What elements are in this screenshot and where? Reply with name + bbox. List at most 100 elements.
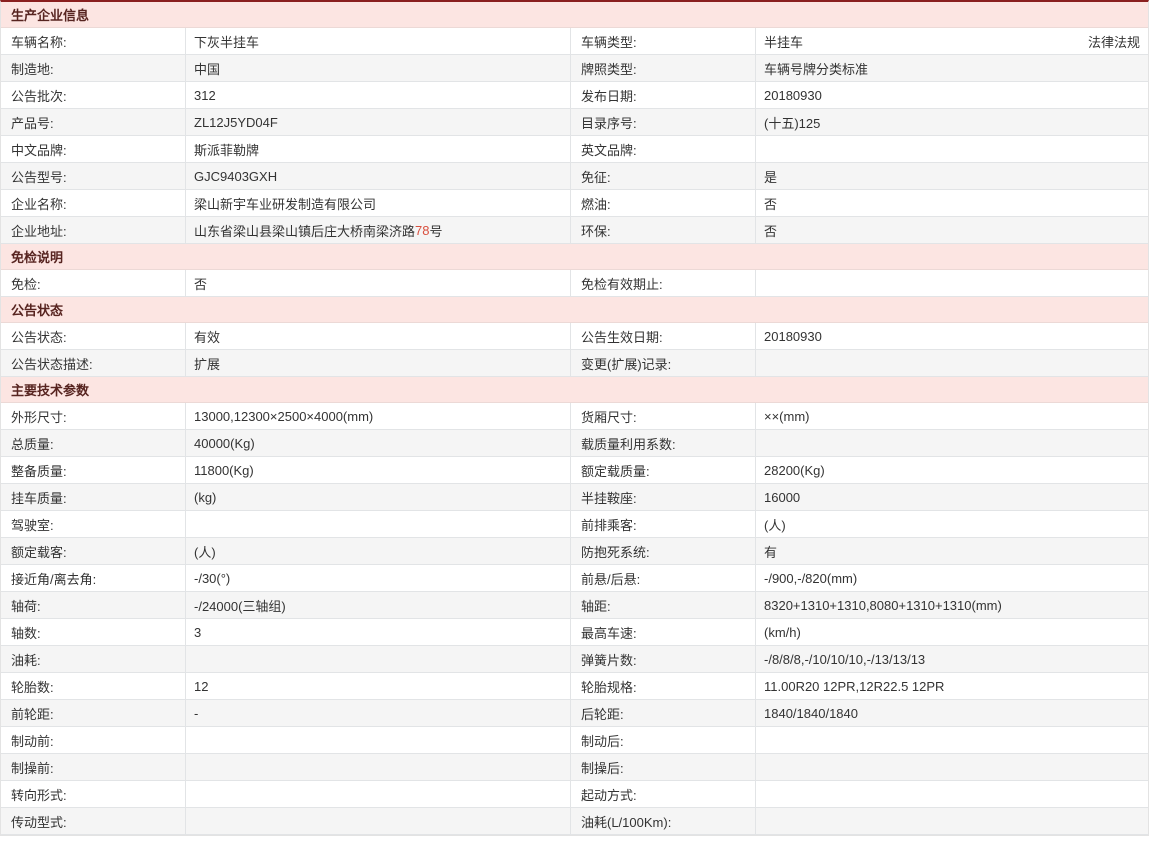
section-title: 免检说明	[11, 247, 63, 266]
field-label: 轮胎规格:	[571, 673, 756, 699]
field-label: 目录序号:	[571, 109, 756, 135]
field-value	[756, 727, 1148, 753]
field-label-text: 变更(扩展)记录:	[581, 354, 671, 373]
field-value: (人)	[186, 538, 571, 564]
field-value-text: 扩展	[194, 354, 220, 373]
field-value: 斯派菲勒牌	[186, 136, 571, 162]
field-label: 公告型号:	[1, 163, 186, 189]
field-label-text: 外形尺寸:	[11, 407, 67, 426]
field-value: 40000(Kg)	[186, 430, 571, 456]
field-value-text: 20180930	[764, 329, 822, 344]
field-value-text: GJC9403GXH	[194, 169, 277, 184]
field-value	[186, 781, 571, 807]
field-value: 否	[756, 217, 1148, 243]
field-label: 车辆名称:	[1, 28, 186, 54]
field-row: 前轮距:-后轮距:1840/1840/1840	[1, 700, 1148, 727]
section-header: 公告状态	[1, 297, 1148, 323]
field-value-text: 11.00R20 12PR,12R22.5 12PR	[764, 679, 944, 694]
field-label-text: 防抱死系统:	[581, 542, 650, 561]
field-label: 货厢尺寸:	[571, 403, 756, 429]
field-label-text: 前轮距:	[11, 704, 54, 723]
field-label: 英文品牌:	[571, 136, 756, 162]
field-label: 接近角/离去角:	[1, 565, 186, 591]
field-label-text: 额定载客:	[11, 542, 67, 561]
field-row: 中文品牌: 斯派菲勒牌英文品牌:	[1, 136, 1148, 163]
field-label-text: 免检:	[11, 274, 41, 293]
field-label: 半挂鞍座:	[571, 484, 756, 510]
field-row: 轴荷:-/24000(三轴组)轴距:8320+1310+1310,8080+13…	[1, 592, 1148, 619]
field-row: 接近角/离去角:-/30(°)前悬/后悬:-/900,-/820(mm)	[1, 565, 1148, 592]
field-label-text: 公告型号:	[11, 167, 67, 186]
field-row: 挂车质量:(kg)半挂鞍座:16000	[1, 484, 1148, 511]
field-label: 防抱死系统:	[571, 538, 756, 564]
field-label: 轴荷:	[1, 592, 186, 618]
field-label: 公告生效日期:	[571, 323, 756, 349]
field-value-text: 有效	[194, 327, 220, 346]
field-row: 驾驶室:前排乘客:(人)	[1, 511, 1148, 538]
field-value: 半挂车 法律法规	[756, 28, 1148, 54]
field-value-text: 车辆号牌分类标准	[764, 59, 868, 78]
field-label-text: 挂车质量:	[11, 488, 67, 507]
field-value: ××(mm)	[756, 403, 1148, 429]
field-label-text: 英文品牌:	[581, 140, 637, 159]
field-label-text: 制操前:	[11, 758, 54, 777]
field-label: 驾驶室:	[1, 511, 186, 537]
field-label-text: 载质量利用系数:	[581, 434, 676, 453]
field-value-text: 是	[764, 167, 777, 186]
field-label: 弹簧片数:	[571, 646, 756, 672]
field-label-text: 制造地:	[11, 59, 54, 78]
field-value	[186, 727, 571, 753]
field-value: (人)	[756, 511, 1148, 537]
section-title: 公告状态	[11, 300, 63, 319]
field-label: 变更(扩展)记录:	[571, 350, 756, 376]
field-label-text: 牌照类型:	[581, 59, 637, 78]
field-row: 外形尺寸:13000,12300×2500×4000(mm)货厢尺寸:××(mm…	[1, 403, 1148, 430]
field-label: 发布日期:	[571, 82, 756, 108]
field-label-text: 企业名称:	[11, 194, 67, 213]
field-value-text: (人)	[194, 542, 216, 561]
field-value-text: -/8/8/8,-/10/10/10,-/13/13/13	[764, 652, 925, 667]
vehicle-info-table: 生产企业信息车辆名称:下灰半挂车车辆类型:半挂车法律法规制造地:中国牌照类型:车…	[0, 0, 1149, 836]
field-row: 传动型式:油耗(L/100Km):	[1, 808, 1148, 835]
field-value: 有	[756, 538, 1148, 564]
field-value: 有效	[186, 323, 571, 349]
field-label-text: 轴距:	[581, 596, 611, 615]
field-label-text: 接近角/离去角:	[11, 569, 96, 588]
field-value	[756, 350, 1148, 376]
field-label: 额定载质量:	[571, 457, 756, 483]
field-label: 轮胎数:	[1, 673, 186, 699]
legal-regulations-link[interactable]: 法律法规	[1088, 32, 1148, 51]
field-label: 转向形式:	[1, 781, 186, 807]
field-value: (十五)125	[756, 109, 1148, 135]
field-value: 20180930	[756, 82, 1148, 108]
field-row: 油耗:弹簧片数:-/8/8/8,-/10/10/10,-/13/13/13	[1, 646, 1148, 673]
field-value	[756, 808, 1148, 834]
field-value-text: 3	[194, 625, 201, 640]
field-value-text: 否	[194, 274, 207, 293]
field-value: 山东省梁山县梁山镇后庄大桥南梁济路78号	[186, 217, 571, 243]
field-label: 企业名称:	[1, 190, 186, 216]
field-label: 外形尺寸:	[1, 403, 186, 429]
field-value: 3	[186, 619, 571, 645]
field-value	[186, 511, 571, 537]
field-value	[756, 136, 1148, 162]
field-value	[756, 754, 1148, 780]
field-value-text: 1840/1840/1840	[764, 706, 858, 721]
field-label: 制操后:	[571, 754, 756, 780]
field-value: 1840/1840/1840	[756, 700, 1148, 726]
field-label-text: 中文品牌:	[11, 140, 67, 159]
field-row: 整备质量:11800(Kg)额定载质量:28200(Kg)	[1, 457, 1148, 484]
field-label-text: 最高车速:	[581, 623, 637, 642]
field-label: 燃油:	[571, 190, 756, 216]
field-label-text: 产品号:	[11, 113, 54, 132]
field-label: 挂车质量:	[1, 484, 186, 510]
field-value: -/30(°)	[186, 565, 571, 591]
field-label-text: 制动前:	[11, 731, 54, 750]
field-value: 下灰半挂车	[186, 28, 571, 54]
field-label: 企业地址:	[1, 217, 186, 243]
field-label: 公告状态描述:	[1, 350, 186, 376]
field-value-text: 半挂车	[764, 32, 803, 51]
field-value	[756, 781, 1148, 807]
field-label-text: 弹簧片数:	[581, 650, 637, 669]
field-label: 轴数:	[1, 619, 186, 645]
